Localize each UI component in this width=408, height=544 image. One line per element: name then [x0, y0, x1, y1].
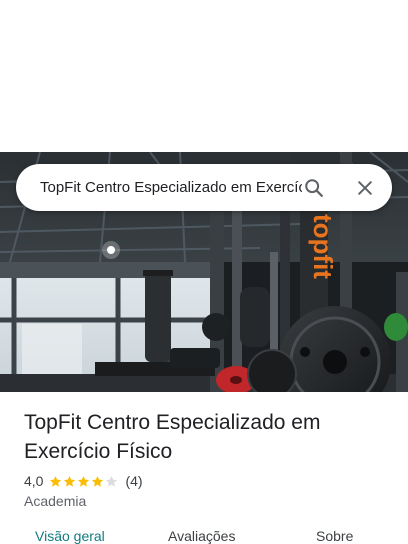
star-filled-icon	[92, 475, 104, 487]
search-button[interactable]	[300, 174, 328, 202]
close-icon	[358, 181, 372, 195]
tab-reviews[interactable]: Avaliações	[168, 528, 235, 544]
search-input[interactable]	[40, 164, 302, 211]
review-count[interactable]: (4)	[125, 473, 142, 489]
star-empty-icon	[106, 475, 118, 487]
map-blank-area	[0, 0, 408, 152]
place-tabs: Visão geral Avaliações Sobre	[0, 528, 408, 544]
tab-about[interactable]: Sobre	[316, 528, 353, 544]
tab-overview[interactable]: Visão geral	[35, 528, 105, 544]
star-filled-icon	[64, 475, 76, 487]
search-bar	[16, 164, 392, 211]
place-category[interactable]: Academia	[24, 493, 86, 509]
gym-sign-text: topfit	[308, 214, 338, 279]
search-icon	[305, 179, 323, 197]
rating-row[interactable]: 4,0 (4)	[24, 471, 143, 491]
clear-search-button[interactable]	[351, 174, 379, 202]
star-filled-icon	[78, 475, 90, 487]
star-rating	[49, 475, 119, 488]
star-filled-icon	[50, 475, 62, 487]
rating-value: 4,0	[24, 473, 44, 489]
place-title: TopFit Centro Especializado em Exercício…	[24, 411, 321, 463]
